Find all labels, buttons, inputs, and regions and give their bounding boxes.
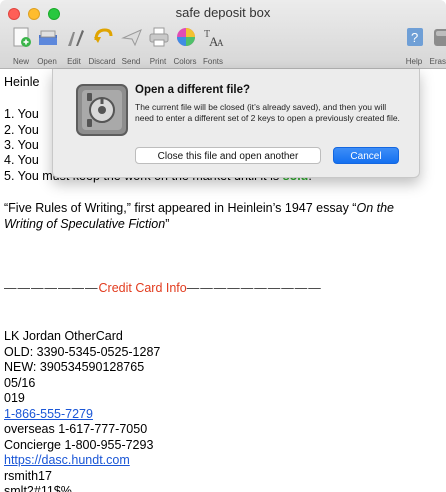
card-name: LK Jordan OtherCard (4, 329, 123, 343)
erase-icon (434, 29, 446, 46)
colors-icon (177, 28, 195, 46)
cancel-button[interactable]: Cancel (333, 147, 399, 164)
card-cvv: 019 (4, 391, 25, 405)
essay-title-part1: On the (356, 201, 395, 215)
discard-icon (94, 28, 113, 43)
overseas-phone: overseas 1-617-777-7050 (4, 422, 148, 436)
dialog-title: Open a different file? (135, 84, 251, 96)
card-new-number: NEW: 390534590128765 (4, 360, 145, 374)
rule-line: 2. You (4, 123, 39, 137)
fonts-icon: T A A (204, 29, 224, 48)
window-title: safe deposit box (175, 5, 271, 20)
credit-card-header: ———————Credit Card Info—————————— (4, 281, 322, 297)
title-bar: safe deposit box New Open Edit Discard S… (0, 0, 446, 69)
divider-dashes: ——————— (4, 281, 99, 295)
url-line: https://dasc.hundt.com (4, 453, 130, 469)
toolbar-label: Erase (429, 57, 446, 66)
app-window: safe deposit box New Open Edit Discard S… (0, 0, 446, 492)
rule-line: 3. You (4, 138, 39, 152)
card-old-number: OLD: 3390-5345-0525-1287 (4, 345, 161, 359)
phone-link[interactable]: 1-866-555-7279 (4, 407, 93, 421)
svg-text:?: ? (411, 30, 418, 45)
concierge-phone: Concierge 1-800-955-7293 (4, 438, 154, 452)
card-expiry: 05/16 (4, 376, 36, 390)
toolbar-erase-button[interactable]: Erase (422, 24, 446, 66)
quote-line-1: “Five Rules of Writing,” first appeared … (4, 201, 394, 217)
edit-icon (68, 30, 84, 46)
svg-text:A: A (217, 38, 224, 48)
document-heading-fragment: Heinle (4, 75, 40, 89)
quote-text: “Five Rules of Writing,” first appeared … (4, 201, 357, 215)
rule-line: 1. You (4, 107, 39, 121)
rule-line: 4. You (4, 153, 39, 167)
password-partial: smlt2#11$% (4, 484, 72, 492)
dialog-message: The current file will be closed (it’s al… (135, 102, 400, 123)
quote-close: ” (165, 217, 170, 231)
close-and-open-button[interactable]: Close this file and open another (135, 147, 321, 164)
quote-line-2: Writing of Speculative Fiction” (4, 217, 169, 233)
essay-title-part2: Writing of Speculative Fiction (4, 217, 166, 231)
toolbar-fonts-button[interactable]: T A A Fonts (195, 24, 231, 66)
credit-card-label: Credit Card Info (98, 281, 187, 295)
toolbar-label: Fonts (202, 57, 223, 66)
open-different-file-dialog: Open a different file? The current file … (52, 69, 420, 178)
safe-icon (76, 84, 128, 136)
divider-dashes: —————————— (186, 281, 322, 295)
username: rsmith17 (4, 469, 52, 483)
phone-line: 1-866-555-7279 (4, 407, 93, 423)
website-link[interactable]: https://dasc.hundt.com (4, 453, 130, 467)
